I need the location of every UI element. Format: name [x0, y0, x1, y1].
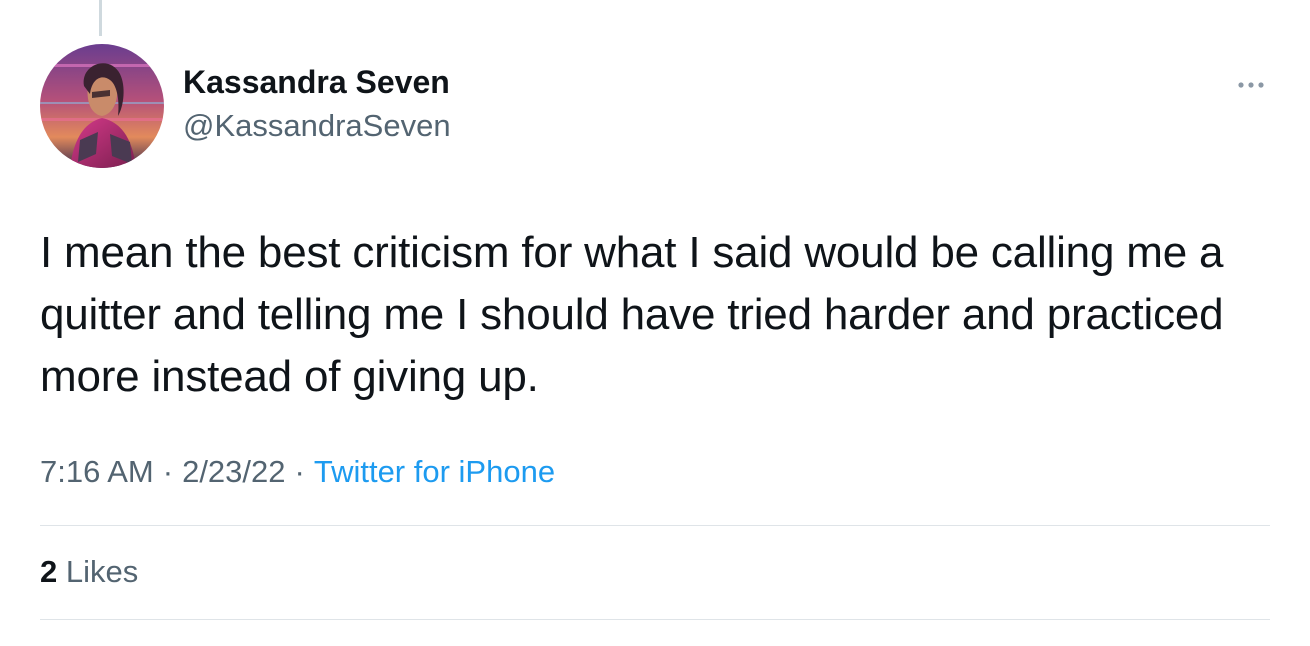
tweet-source-link[interactable]: Twitter for iPhone: [314, 454, 555, 489]
tweet-text: I mean the best criticism for what I sai…: [40, 228, 1224, 401]
thread-connector-line: [99, 0, 102, 36]
meta-separator: ·: [162, 454, 174, 489]
likes-stat[interactable]: 2 Likes: [40, 554, 138, 590]
tweet-metadata: 7:16 AM · 2/23/22 · Twitter for iPhone: [40, 454, 555, 490]
avatar[interactable]: [40, 44, 164, 168]
author-handle[interactable]: @KassandraSeven: [183, 108, 451, 144]
tweet-time[interactable]: 7:16 AM: [40, 454, 154, 489]
divider: [40, 525, 1270, 526]
tweet-date[interactable]: 2/23/22: [182, 454, 285, 489]
likes-label: Likes: [65, 554, 139, 589]
more-horizontal-icon: [1238, 82, 1264, 88]
author-display-name[interactable]: Kassandra Seven: [183, 64, 450, 101]
meta-separator: ·: [294, 454, 305, 489]
likes-count: 2: [40, 554, 58, 589]
more-options-button[interactable]: [1232, 70, 1272, 100]
avatar-image: [40, 44, 164, 168]
divider: [40, 619, 1270, 620]
